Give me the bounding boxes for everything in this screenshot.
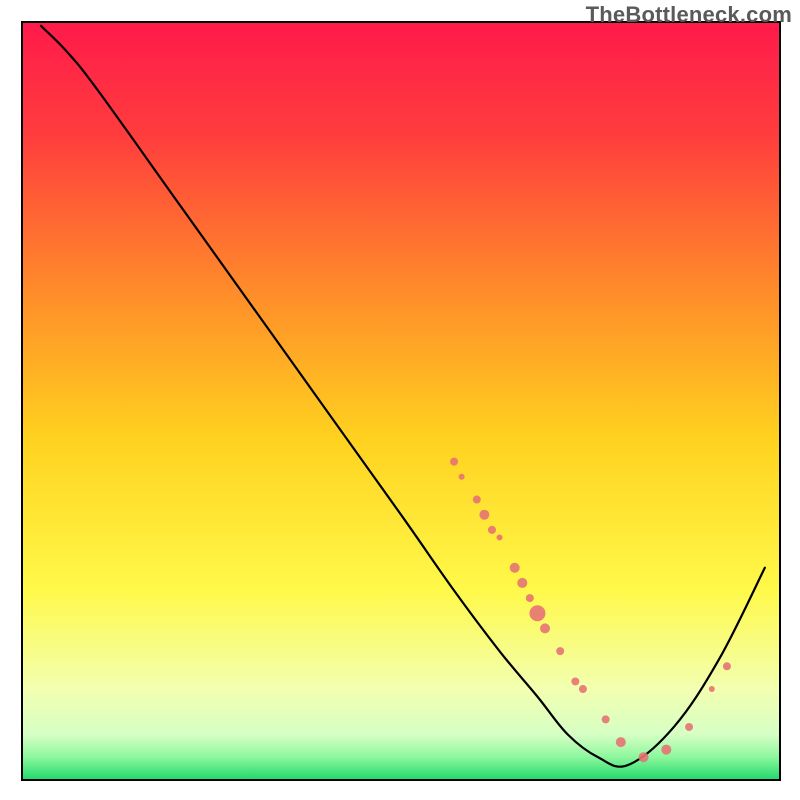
plot-background [22,22,780,780]
watermark-text: TheBottleneck.com [586,2,792,28]
marker-dot [473,496,481,504]
marker-dot [497,534,503,540]
chart-stage: TheBottleneck.com [0,0,800,800]
marker-dot [540,623,550,633]
marker-dot [723,662,731,670]
marker-dot [639,752,649,762]
marker-dot [450,458,458,466]
marker-dot [616,737,626,747]
marker-dot [556,647,564,655]
marker-dot [529,605,545,621]
marker-dot [709,686,715,692]
marker-dot [602,715,610,723]
marker-dot [685,723,693,731]
marker-dot [479,510,489,520]
bottleneck-chart [0,0,800,800]
marker-dot [661,745,671,755]
marker-dot [459,474,465,480]
marker-dot [510,563,520,573]
marker-dot [488,526,496,534]
marker-dot [517,578,527,588]
marker-dot [579,685,587,693]
marker-dot [571,677,579,685]
marker-dot [526,594,534,602]
